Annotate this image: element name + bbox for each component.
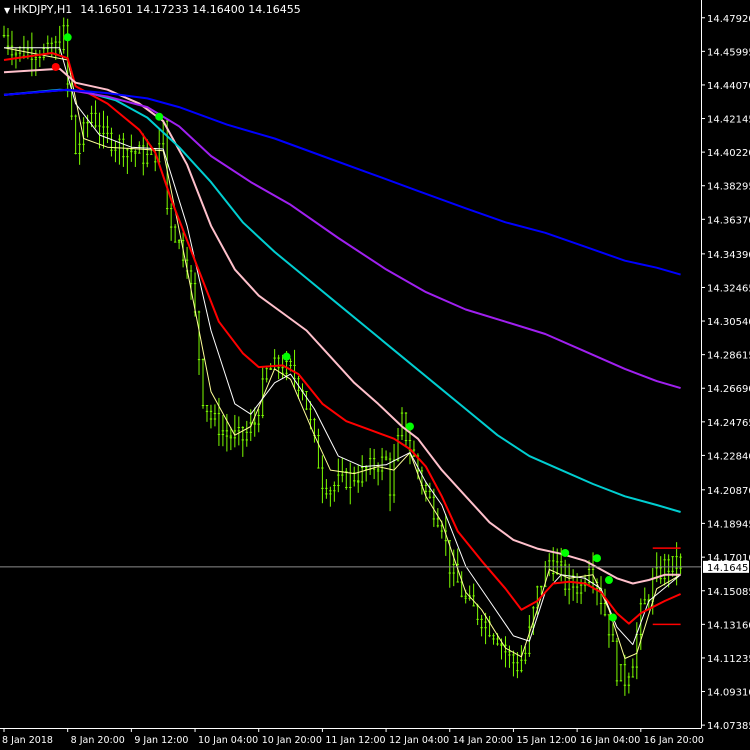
x-tick-label: 16 Jan 20:00 [644, 735, 704, 746]
y-tick-label: 14.24765 [707, 418, 750, 429]
y-tick-label: 14.07385 [707, 721, 750, 732]
x-tick-label: 9 Jan 12:00 [134, 735, 188, 746]
price-axis: 14.47920 14.45995 14.44070 14.42145 14.40220… [701, 14, 750, 732]
y-tick-label: 14.45995 [707, 47, 750, 58]
y-tick-label: 14.34390 [707, 250, 750, 261]
signal-dot [593, 554, 602, 563]
moving-average-line [3, 88, 681, 390]
y-tick-label: 14.09310 [707, 688, 750, 699]
x-tick-label: 8 Jan 2018 [2, 735, 53, 746]
signal-dot [608, 613, 617, 622]
chart-frame [0, 0, 702, 729]
signal-dot [155, 112, 164, 121]
y-tick-label: 14.47920 [707, 14, 750, 25]
x-tick-label: 12 Jan 04:00 [389, 735, 449, 746]
signal-dot [63, 33, 72, 42]
y-tick-label: 14.18945 [707, 519, 750, 530]
y-tick-label: 14.30540 [707, 317, 750, 328]
y-tick-label: 14.36370 [707, 215, 750, 226]
y-tick-label: 14.20870 [707, 486, 750, 497]
signal-dot [405, 422, 414, 431]
y-tick-label: 14.13160 [707, 620, 750, 631]
y-tick-label: 14.40220 [707, 148, 750, 159]
y-tick-label: 14.22840 [707, 451, 750, 462]
y-tick-label: 14.26690 [707, 384, 750, 395]
x-tick-label: 8 Jan 20:00 [71, 735, 125, 746]
x-tick-label: 14 Jan 20:00 [453, 735, 513, 746]
x-tick-label: 10 Jan 04:00 [198, 735, 258, 746]
y-tick-label: 14.38295 [707, 182, 750, 193]
current-price: 14.16455 [0, 560, 750, 574]
signal-markers-layer [51, 33, 617, 622]
y-tick-label: 14.28615 [707, 351, 750, 362]
moving-average-line [3, 67, 681, 585]
signal-dot [51, 62, 60, 71]
signal-dot [282, 352, 291, 361]
candles-layer [2, 17, 682, 696]
x-tick-label: 11 Jan 12:00 [325, 735, 385, 746]
y-tick-label: 14.32465 [707, 283, 750, 294]
moving-average-line [3, 88, 681, 276]
x-tick-label: 10 Jan 20:00 [262, 735, 322, 746]
y-tick-label: 14.11235 [707, 654, 750, 665]
signal-dot [561, 548, 570, 557]
y-tick-label: 14.42145 [707, 115, 750, 126]
signal-dot [604, 576, 613, 585]
moving-average-line [3, 52, 682, 625]
x-tick-label: 16 Jan 04:00 [580, 735, 640, 746]
price-chart[interactable]: 14.47920 14.45995 14.44070 14.42145 14.40220… [0, 0, 750, 750]
moving-average-line [4, 47, 681, 646]
y-tick-label: 14.15085 [707, 587, 750, 598]
moving-average-line [3, 88, 681, 513]
time-axis: 8 Jan 2018 8 Jan 20:00 9 Jan 12:00 10 Jan 0… [2, 728, 704, 746]
y-tick-label: 14.44070 [707, 81, 750, 92]
x-tick-label: 15 Jan 12:00 [516, 735, 576, 746]
current-price-label: 14.16455 [707, 563, 750, 574]
